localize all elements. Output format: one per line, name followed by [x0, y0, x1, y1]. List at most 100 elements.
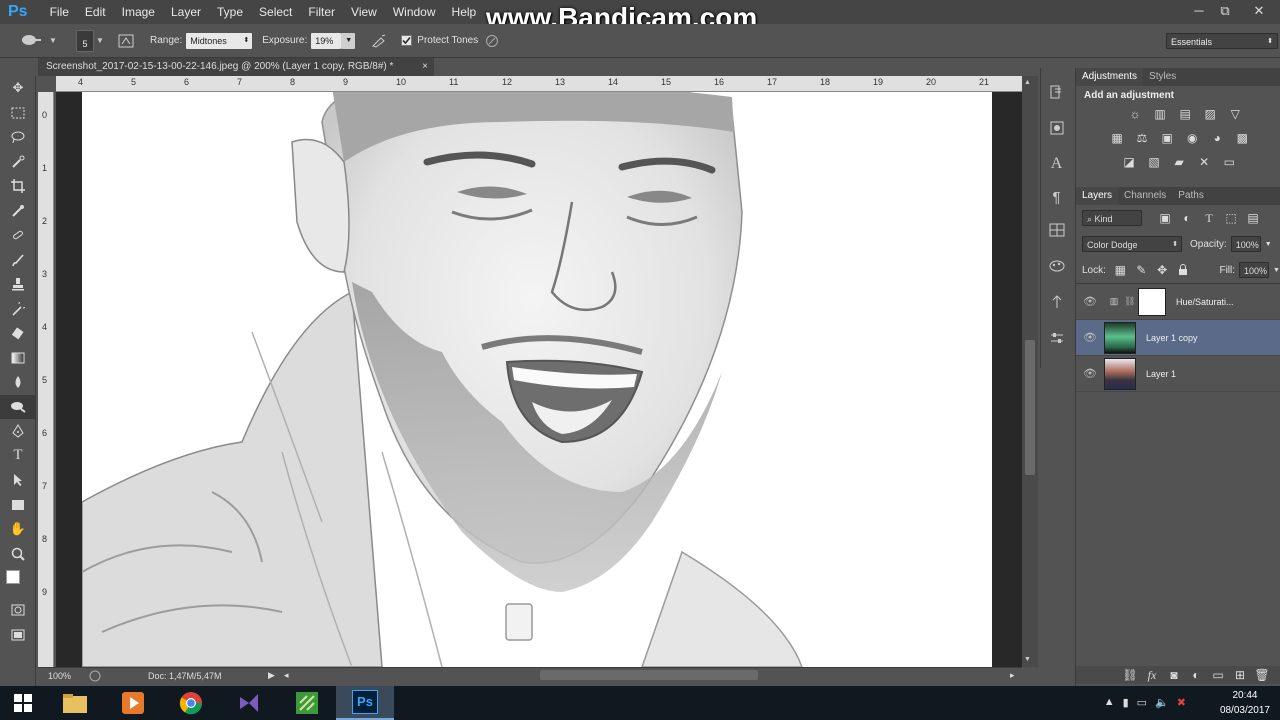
menu-edit[interactable]: Edit [77, 0, 114, 24]
close-tab-icon[interactable]: × [422, 58, 428, 76]
close-button[interactable]: ✕ [1248, 2, 1270, 20]
screen-mode-icon[interactable] [0, 623, 36, 648]
type-tool-icon[interactable]: T [0, 444, 36, 469]
clock[interactable]: 20:44 08/03/2017 [1220, 688, 1270, 718]
horizontal-scroll-thumb[interactable] [540, 670, 758, 680]
selective-color-icon[interactable]: ✕ [1195, 155, 1213, 169]
visibility-eye-icon[interactable]: 👁 [1076, 367, 1104, 380]
brush-presets-panel-icon[interactable] [1041, 284, 1072, 320]
channel-mixer-icon[interactable]: ◕ [1208, 131, 1226, 145]
media-player-icon[interactable] [104, 686, 162, 720]
scroll-down-icon[interactable]: ▼ [1024, 656, 1031, 663]
photoshop-taskbar-icon[interactable]: Ps [336, 686, 394, 720]
chevron-down-icon[interactable]: ▼ [46, 36, 60, 45]
color-lookup-icon[interactable]: ▩ [1233, 131, 1251, 145]
add-mask-icon[interactable]: ◙ [1165, 668, 1183, 682]
layer-mask-thumbnail[interactable] [1138, 287, 1166, 316]
opacity-dropdown-icon[interactable]: ▼ [1265, 241, 1272, 248]
zoom-level[interactable]: 100% [48, 671, 71, 681]
delete-layer-icon[interactable]: 🗑 [1253, 668, 1271, 682]
document-tab[interactable]: Screenshot_2017-02-15-13-00-22-146.jpeg … [38, 58, 434, 76]
blend-mode-select[interactable]: Color Dodge ⬍ [1082, 236, 1182, 252]
exposure-input[interactable]: 19% [311, 32, 342, 49]
color-balance-icon[interactable]: ⚖ [1133, 131, 1151, 145]
restore-button[interactable]: ⧉ [1214, 2, 1236, 20]
path-selection-tool-icon[interactable] [0, 468, 36, 493]
black-white-icon[interactable]: ▣ [1158, 131, 1176, 145]
paragraph-panel-icon[interactable]: ¶ [1041, 182, 1072, 212]
gradient-tool-icon[interactable] [0, 346, 36, 371]
fill-dropdown-icon[interactable]: ▼ [1273, 267, 1280, 274]
filter-shape-icon[interactable]: ⬚ [1222, 211, 1240, 225]
canvas-area[interactable] [56, 92, 1022, 667]
protect-tones-checkbox[interactable] [399, 35, 413, 46]
status-icon[interactable] [88, 669, 102, 685]
tool-presets-panel-icon[interactable] [1041, 320, 1072, 356]
lasso-tool-icon[interactable] [0, 125, 36, 150]
menu-file[interactable]: File [42, 0, 77, 24]
photo-filter-icon[interactable]: ◉ [1183, 131, 1201, 145]
filter-adjustment-icon[interactable]: ◐ [1178, 211, 1196, 225]
posterize-icon[interactable]: ▧ [1145, 155, 1163, 169]
windows-start-icon[interactable] [0, 686, 46, 720]
menu-filter[interactable]: Filter [300, 0, 343, 24]
status-menu-arrow-icon[interactable]: ▶ [268, 670, 275, 681]
lock-transparent-icon[interactable]: ▦ [1112, 263, 1129, 277]
dodge-tool-icon[interactable] [16, 33, 46, 49]
scroll-up-icon[interactable]: ▲ [1024, 79, 1031, 86]
show-hidden-icons-icon[interactable]: ▲ [1104, 696, 1115, 709]
rectangle-tool-icon[interactable] [0, 493, 36, 518]
quick-mask-icon[interactable] [0, 598, 36, 623]
pressure-size-icon[interactable] [482, 34, 502, 48]
character-panel-icon[interactable]: A [1041, 146, 1072, 182]
visual-studio-icon[interactable] [220, 686, 278, 720]
vertical-ruler[interactable]: 0 1 2 3 4 5 6 7 8 9 [38, 92, 54, 667]
camtasia-icon[interactable] [278, 686, 336, 720]
brightness-contrast-icon[interactable]: ☼ [1126, 107, 1144, 121]
horizontal-ruler[interactable]: 4 5 6 7 8 9 10 11 12 13 14 15 16 17 18 19 20 21 [56, 76, 1038, 92]
marquee-tool-icon[interactable] [0, 101, 36, 126]
layer-row-layer-1-copy[interactable]: 👁 Layer 1 copy [1076, 320, 1280, 356]
swatches-panel-icon[interactable] [1041, 212, 1072, 248]
crop-tool-icon[interactable] [0, 174, 36, 199]
scroll-right-icon[interactable]: ▸ [1010, 670, 1015, 681]
menu-view[interactable]: View [343, 0, 385, 24]
new-layer-icon[interactable]: ⊞ [1231, 668, 1249, 682]
new-group-icon[interactable]: ▭ [1209, 668, 1227, 682]
menu-type[interactable]: Type [209, 0, 251, 24]
layer-name[interactable]: Layer 1 [1146, 369, 1176, 379]
link-chain-icon[interactable]: ⛓ [1124, 296, 1138, 307]
hand-tool-icon[interactable]: ✋ [0, 517, 36, 542]
layer-thumbnail[interactable] [1104, 357, 1136, 390]
history-panel-icon[interactable] [1041, 74, 1072, 110]
exposure-dropdown[interactable]: ▼ [341, 32, 356, 49]
brush-size-preview[interactable]: 5 [76, 29, 94, 52]
workspace-select[interactable]: Essentials ⬍ [1166, 33, 1278, 49]
healing-brush-tool-icon[interactable] [0, 223, 36, 248]
gradient-map-icon[interactable]: ▭ [1220, 155, 1238, 169]
color-panel-icon[interactable] [1041, 248, 1072, 284]
volume-icon[interactable]: 🔈 [1155, 696, 1169, 709]
document-canvas[interactable] [82, 92, 992, 667]
move-tool-icon[interactable]: ✥ [0, 76, 36, 101]
range-select[interactable]: Midtones ⬍ [186, 32, 253, 49]
tab-paths[interactable]: Paths [1172, 187, 1210, 205]
layer-name[interactable]: Layer 1 copy [1146, 333, 1198, 343]
layer-row-layer-1[interactable]: 👁 Layer 1 [1076, 356, 1280, 392]
layer-row-hue-saturation[interactable]: 👁 ▥ ⛓ Hue/Saturati... [1076, 284, 1280, 320]
scroll-left-icon[interactable]: ◂ [284, 670, 289, 681]
brush-panel-icon[interactable] [116, 34, 136, 48]
fill-input[interactable]: 100% [1239, 262, 1270, 278]
filter-pixel-icon[interactable]: ▣ [1156, 211, 1174, 225]
menu-help[interactable]: Help [444, 0, 485, 24]
color-swatches[interactable] [0, 566, 36, 598]
pen-tool-icon[interactable] [0, 419, 36, 444]
invert-icon[interactable]: ◪ [1120, 155, 1138, 169]
quick-selection-tool-icon[interactable] [0, 150, 36, 175]
battery-icon[interactable]: ▭ [1137, 696, 1147, 709]
curves-icon[interactable]: ▤ [1176, 107, 1194, 121]
blur-tool-icon[interactable] [0, 370, 36, 395]
levels-icon[interactable]: ▥ [1151, 107, 1169, 121]
tab-adjustments[interactable]: Adjustments [1076, 68, 1144, 86]
chevron-down-icon[interactable]: ▼ [94, 36, 106, 45]
